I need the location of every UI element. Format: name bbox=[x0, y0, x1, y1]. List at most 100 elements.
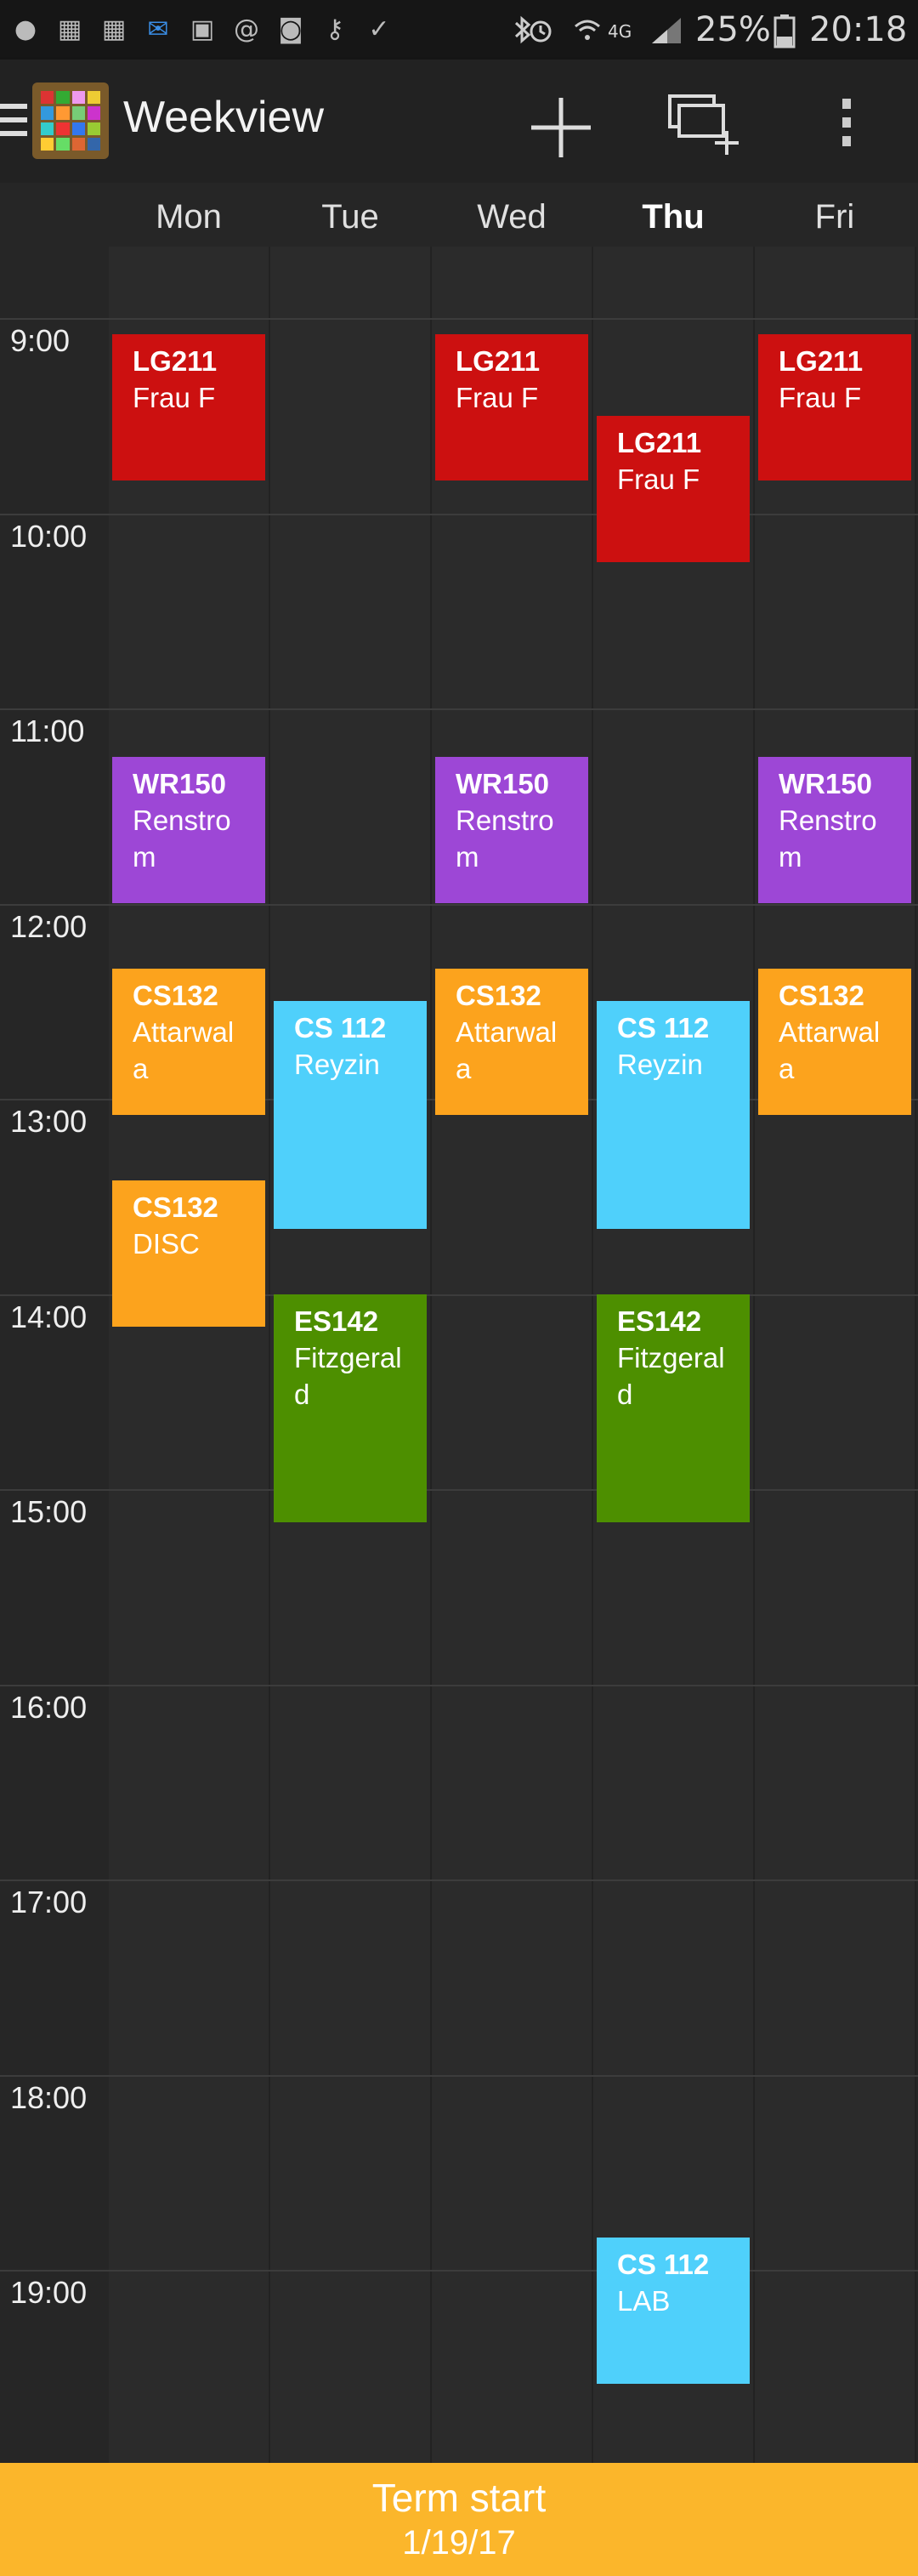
network-type: 4G bbox=[608, 21, 632, 42]
status-bar: ● ▦ ▦ ✉ ▣ @ ◙ ⚷ ✓ 4G 25% 20:18 bbox=[0, 0, 918, 60]
event-block[interactable]: CS 112 Reyzin bbox=[597, 1001, 750, 1229]
hour-label: 18:00 bbox=[10, 2080, 88, 2115]
event-title: CS132 bbox=[133, 1191, 218, 1223]
hour-gridline bbox=[0, 1489, 918, 1491]
hour-gridline bbox=[0, 2075, 918, 2077]
hour-label: 11:00 bbox=[10, 714, 85, 748]
action-bar: Weekview bbox=[0, 60, 918, 183]
wifi-icon bbox=[572, 14, 603, 45]
hour-label: 14:00 bbox=[10, 1299, 88, 1334]
event-title: LG211 bbox=[617, 427, 702, 458]
day-column-mon[interactable] bbox=[109, 247, 270, 2463]
event-title: LG211 bbox=[456, 345, 541, 377]
event-block[interactable]: LG211 Frau F bbox=[435, 334, 588, 481]
hour-label: 12:00 bbox=[10, 909, 88, 944]
hour-gridline bbox=[0, 2270, 918, 2272]
event-subtitle: Attarwala bbox=[779, 1016, 881, 1084]
event-subtitle: Attarwala bbox=[133, 1016, 235, 1084]
hour-label: 13:00 bbox=[10, 1104, 88, 1139]
day-label-thu[interactable]: Thu bbox=[592, 198, 754, 236]
event-subtitle: Reyzin bbox=[294, 1049, 380, 1080]
event-subtitle: Fitzgerald bbox=[294, 1342, 402, 1410]
calendar-icon: ▦ bbox=[57, 14, 82, 44]
hour-gridline bbox=[0, 1879, 918, 1881]
event-block[interactable]: WR150 Renstrom bbox=[112, 757, 265, 903]
event-subtitle: Frau F bbox=[456, 382, 539, 413]
event-subtitle: Frau F bbox=[133, 382, 216, 413]
event-subtitle: Frau F bbox=[617, 463, 700, 495]
hour-label: 9:00 bbox=[10, 323, 71, 358]
new-event-icon[interactable] bbox=[667, 94, 739, 155]
event-subtitle: LAB bbox=[617, 2285, 671, 2317]
hour-gridline bbox=[0, 904, 918, 906]
event-title: WR150 bbox=[779, 768, 873, 799]
event-block[interactable]: CS132 Attarwala bbox=[435, 969, 588, 1115]
event-subtitle: Reyzin bbox=[617, 1049, 703, 1080]
event-block[interactable]: LG211 Frau F bbox=[758, 334, 911, 481]
app-title: Weekview bbox=[123, 93, 325, 142]
day-column-fri[interactable] bbox=[755, 247, 916, 2463]
battery-icon bbox=[774, 14, 796, 48]
event-block[interactable]: CS132 Attarwala bbox=[112, 969, 265, 1115]
calendar-icon: ▦ bbox=[101, 14, 127, 44]
event-title: WR150 bbox=[133, 768, 227, 799]
event-title: ES142 bbox=[617, 1305, 702, 1337]
clock: 20:18 bbox=[809, 10, 908, 49]
event-title: LG211 bbox=[133, 345, 218, 377]
hour-gridline bbox=[0, 1685, 918, 1686]
term-start-bar[interactable]: Term start 1/19/17 bbox=[0, 2463, 918, 2576]
event-title: CS 112 bbox=[617, 1012, 710, 1043]
event-block[interactable]: LG211 Frau F bbox=[597, 416, 750, 562]
week-grid[interactable]: 9:00 10:00 11:00 12:00 13:00 14:00 15:00 16:00 1… bbox=[0, 247, 918, 2463]
event-block[interactable]: WR150 Renstrom bbox=[758, 757, 911, 903]
camera-icon: ◙ bbox=[278, 14, 303, 44]
notification-icon: ● bbox=[14, 14, 37, 44]
key-icon: ⚷ bbox=[326, 14, 344, 44]
day-label-mon[interactable]: Mon bbox=[108, 198, 269, 236]
event-block[interactable]: CS132 DISC bbox=[112, 1180, 265, 1327]
day-label-wed[interactable]: Wed bbox=[431, 198, 592, 236]
hour-label: 15:00 bbox=[10, 1494, 88, 1529]
event-block[interactable]: CS 112 Reyzin bbox=[274, 1001, 427, 1229]
event-title: CS132 bbox=[456, 980, 541, 1011]
overflow-menu-icon[interactable] bbox=[829, 94, 863, 153]
at-icon: @ bbox=[234, 14, 259, 44]
event-block[interactable]: ES142 Fitzgerald bbox=[597, 1294, 750, 1522]
event-subtitle: DISC bbox=[133, 1228, 200, 1260]
event-title: CS132 bbox=[779, 980, 864, 1011]
day-label-tue[interactable]: Tue bbox=[269, 198, 431, 236]
event-title: ES142 bbox=[294, 1305, 379, 1337]
event-block[interactable]: LG211 Frau F bbox=[112, 334, 265, 481]
event-title: CS 112 bbox=[617, 2249, 710, 2280]
day-column-wed[interactable] bbox=[432, 247, 593, 2463]
event-title: LG211 bbox=[779, 345, 864, 377]
hour-label: 17:00 bbox=[10, 1885, 88, 1919]
event-subtitle: Fitzgerald bbox=[617, 1342, 725, 1410]
event-block[interactable]: CS132 Attarwala bbox=[758, 969, 911, 1115]
battery-percent: 25% bbox=[695, 10, 771, 49]
drawer-menu-icon[interactable] bbox=[0, 104, 27, 138]
event-subtitle: Renstrom bbox=[133, 805, 231, 873]
day-label-fri[interactable]: Fri bbox=[754, 198, 915, 236]
event-block[interactable]: CS 112 LAB bbox=[597, 2238, 750, 2384]
alarm-icon bbox=[525, 14, 556, 45]
signal-icon bbox=[650, 14, 681, 45]
image-icon: ▣ bbox=[190, 14, 215, 44]
term-start-date: 1/19/17 bbox=[402, 2524, 516, 2562]
event-subtitle: Frau F bbox=[779, 382, 862, 413]
hour-label: 16:00 bbox=[10, 1690, 88, 1725]
hour-gridline bbox=[0, 708, 918, 710]
term-start-label: Term start bbox=[371, 2476, 547, 2520]
day-header: Mon Tue Wed Thu Fri bbox=[0, 183, 918, 247]
event-title: WR150 bbox=[456, 768, 550, 799]
event-block[interactable]: WR150 Renstrom bbox=[435, 757, 588, 903]
hour-label: 10:00 bbox=[10, 519, 88, 554]
add-icon[interactable] bbox=[527, 94, 595, 157]
mail-icon: ✉ bbox=[147, 14, 169, 44]
app-logo-icon bbox=[32, 82, 109, 159]
event-block[interactable]: ES142 Fitzgerald bbox=[274, 1294, 427, 1522]
event-subtitle: Renstrom bbox=[456, 805, 554, 873]
event-title: CS132 bbox=[133, 980, 218, 1011]
hour-gridline bbox=[0, 514, 918, 515]
hour-label: 19:00 bbox=[10, 2275, 88, 2310]
